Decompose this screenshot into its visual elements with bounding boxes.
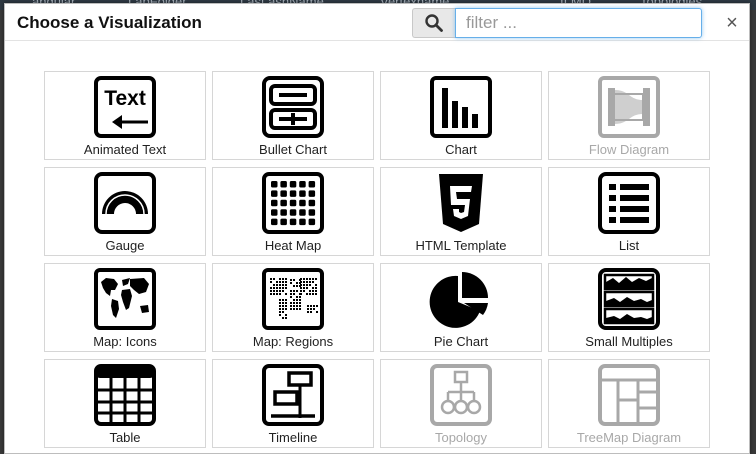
animated-text-icon: Text: [92, 74, 158, 140]
visualization-label: Animated Text: [83, 142, 167, 157]
topology-icon: [428, 362, 494, 428]
visualization-tile-gauge[interactable]: Gauge: [44, 167, 206, 256]
visualization-tile-chart[interactable]: Chart: [380, 71, 542, 160]
gauge-icon: [92, 170, 158, 236]
visualization-label: Chart: [445, 142, 477, 157]
visualization-label: Map: Regions: [252, 334, 334, 349]
visualization-tile-map-icons[interactable]: Map: Icons: [44, 263, 206, 352]
visualization-label: Heat Map: [264, 238, 322, 253]
visualization-tile-heat-map[interactable]: Heat Map: [212, 167, 374, 256]
visualization-tile-pie-chart[interactable]: Pie Chart: [380, 263, 542, 352]
visualization-label: Map: Icons: [93, 334, 157, 349]
dialog-title: Choose a Visualization: [17, 13, 202, 32]
visualization-tile-topology: Topology: [380, 359, 542, 448]
visualization-label: Topology: [434, 430, 488, 445]
visualization-tile-treemap-diagram: TreeMap Diagram: [548, 359, 710, 448]
svg-text:Text: Text: [104, 87, 146, 110]
dialog-header: Choose a Visualization ×: [5, 4, 749, 41]
visualization-label: Small Multiples: [585, 334, 673, 349]
table-icon: [92, 362, 158, 428]
timeline-icon: [260, 362, 326, 428]
list-icon: [596, 170, 662, 236]
pie-chart-icon: [428, 266, 494, 332]
search-button[interactable]: [412, 8, 455, 38]
visualization-label: Pie Chart: [433, 334, 489, 349]
visualization-tile-table[interactable]: Table: [44, 359, 206, 448]
bullet-chart-icon: [260, 74, 326, 140]
visualization-tile-small-multiples[interactable]: Small Multiples: [548, 263, 710, 352]
visualization-tile-animated-text[interactable]: Text Animated Text: [44, 71, 206, 160]
filter-input[interactable]: [455, 8, 702, 38]
bar-chart-icon: [428, 74, 494, 140]
visualization-grid: Text Animated Text Bullet Chart Chart Flow D…: [44, 71, 714, 448]
close-button[interactable]: ×: [721, 10, 743, 36]
visualization-label: Table: [109, 430, 141, 445]
small-multiples-icon: [596, 266, 662, 332]
heat-map-icon: [260, 170, 326, 236]
visualization-picker-dialog: Choose a Visualization × Text Animated Te…: [4, 3, 750, 454]
visualization-label: Bullet Chart: [259, 142, 327, 157]
world-map-regions-icon: [260, 266, 326, 332]
search-icon: [425, 14, 443, 32]
html5-icon: [428, 170, 494, 236]
visualization-tile-timeline[interactable]: Timeline: [212, 359, 374, 448]
treemap-icon: [596, 362, 662, 428]
visualization-label: HTML Template: [415, 238, 507, 253]
flow-diagram-icon: [596, 74, 662, 140]
visualization-label: Timeline: [268, 430, 318, 445]
visualization-tile-html-template[interactable]: HTML Template: [380, 167, 542, 256]
visualization-label: Gauge: [105, 238, 145, 253]
visualization-label: Flow Diagram: [588, 142, 670, 157]
visualization-label: TreeMap Diagram: [576, 430, 682, 445]
visualization-tile-list[interactable]: List: [548, 167, 710, 256]
world-map-icon: [92, 266, 158, 332]
visualization-tile-flow-diagram: Flow Diagram: [548, 71, 710, 160]
visualization-label: List: [618, 238, 640, 253]
visualization-tile-bullet-chart[interactable]: Bullet Chart: [212, 71, 374, 160]
visualization-tile-map-regions[interactable]: Map: Regions: [212, 263, 374, 352]
